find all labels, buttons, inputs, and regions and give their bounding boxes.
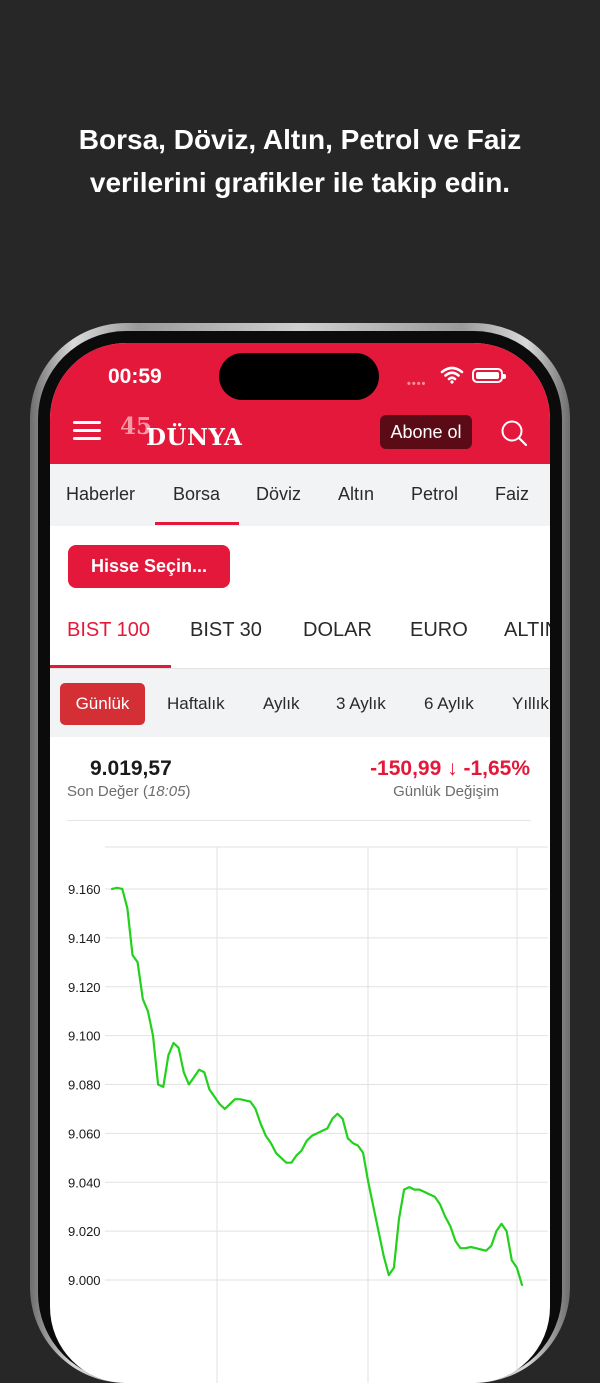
y-tick-label: 9.160 xyxy=(68,882,101,897)
tab-bist-100[interactable]: BIST 100 xyxy=(67,619,150,642)
last-value: 9.019,57 xyxy=(90,757,172,780)
dynamic-island xyxy=(219,353,379,400)
search-icon[interactable] xyxy=(500,419,528,447)
nav-item-doviz[interactable]: Döviz xyxy=(256,464,301,526)
period-haftalik[interactable]: Haftalık xyxy=(167,683,225,725)
daily-change-label: Günlük Değişim xyxy=(393,783,499,800)
last-value-caption: Son Değer (18:05) xyxy=(67,783,191,800)
daily-change: -150,99 ↓ -1,65% xyxy=(370,757,530,780)
logo-brand-name: DÜNYA xyxy=(146,424,243,451)
period-tabs: Günlük Haftalık Aylık 3 Aylık 6 Aylık Yı… xyxy=(50,669,550,737)
select-stock-button[interactable]: Hisse Seçin... xyxy=(68,545,230,588)
wifi-icon xyxy=(440,366,464,384)
nav-item-borsa[interactable]: Borsa xyxy=(173,464,220,526)
y-tick-label: 9.140 xyxy=(68,931,101,946)
y-tick-label: 9.100 xyxy=(68,1029,101,1044)
nav-item-altin[interactable]: Altın xyxy=(338,464,374,526)
y-tick-label: 9.120 xyxy=(68,980,101,995)
price-line-chart: 9.160 9.140 9.120 9.100 9.080 9.060 9.040 9.020… xyxy=(68,846,548,1383)
nav-item-petrol[interactable]: Petrol xyxy=(411,464,458,526)
y-tick-label: 9.060 xyxy=(68,1126,101,1141)
tab-dolar[interactable]: DOLAR xyxy=(303,619,372,642)
battery-icon xyxy=(472,368,506,383)
status-time: 00:59 xyxy=(108,365,162,388)
category-nav: Haberler Borsa Döviz Altın Petrol Faiz xyxy=(50,464,550,526)
nav-active-indicator xyxy=(155,522,239,525)
cellular-signal-icon: •••• xyxy=(407,378,427,390)
period-yillik[interactable]: Yıllık xyxy=(512,683,549,725)
period-6-aylik[interactable]: 6 Aylık xyxy=(424,683,474,725)
app-header: 00:59 •••• 45 DÜNYA Abone ol xyxy=(50,343,550,464)
tab-altin[interactable]: ALTIN xyxy=(504,619,550,642)
y-tick-label: 9.040 xyxy=(68,1175,101,1190)
series-line xyxy=(110,886,524,1286)
period-gunluk[interactable]: Günlük xyxy=(60,683,145,725)
last-value-time: 18:05 xyxy=(147,783,186,800)
hamburger-menu-icon[interactable] xyxy=(73,421,101,441)
y-tick-label: 9.020 xyxy=(68,1224,101,1239)
dunya-logo[interactable]: 45 DÜNYA xyxy=(120,413,250,453)
y-tick-label: 9.080 xyxy=(68,1078,101,1093)
period-aylik[interactable]: Aylık xyxy=(263,683,300,725)
nav-item-faiz[interactable]: Faiz xyxy=(495,464,529,526)
period-3-aylik[interactable]: 3 Aylık xyxy=(336,683,386,725)
y-tick-label: 9.000 xyxy=(68,1273,101,1288)
subscribe-button[interactable]: Abone ol xyxy=(380,415,472,449)
promo-headline: Borsa, Döviz, Altın, Petrol ve Faiz veri… xyxy=(0,118,600,204)
promo-headline-line1: Borsa, Döviz, Altın, Petrol ve Faiz xyxy=(78,124,522,155)
last-value-label: Son Değer xyxy=(67,783,139,800)
tab-bist-30[interactable]: BIST 30 xyxy=(190,619,262,642)
promo-headline-line2: verilerini grafikler ile takip edin. xyxy=(89,167,511,198)
tab-euro[interactable]: EURO xyxy=(410,619,468,642)
quote-divider xyxy=(67,820,531,821)
nav-item-haberler[interactable]: Haberler xyxy=(66,464,135,526)
phone-screen: 00:59 •••• 45 DÜNYA Abone ol Haberler Bo… xyxy=(50,343,550,1383)
